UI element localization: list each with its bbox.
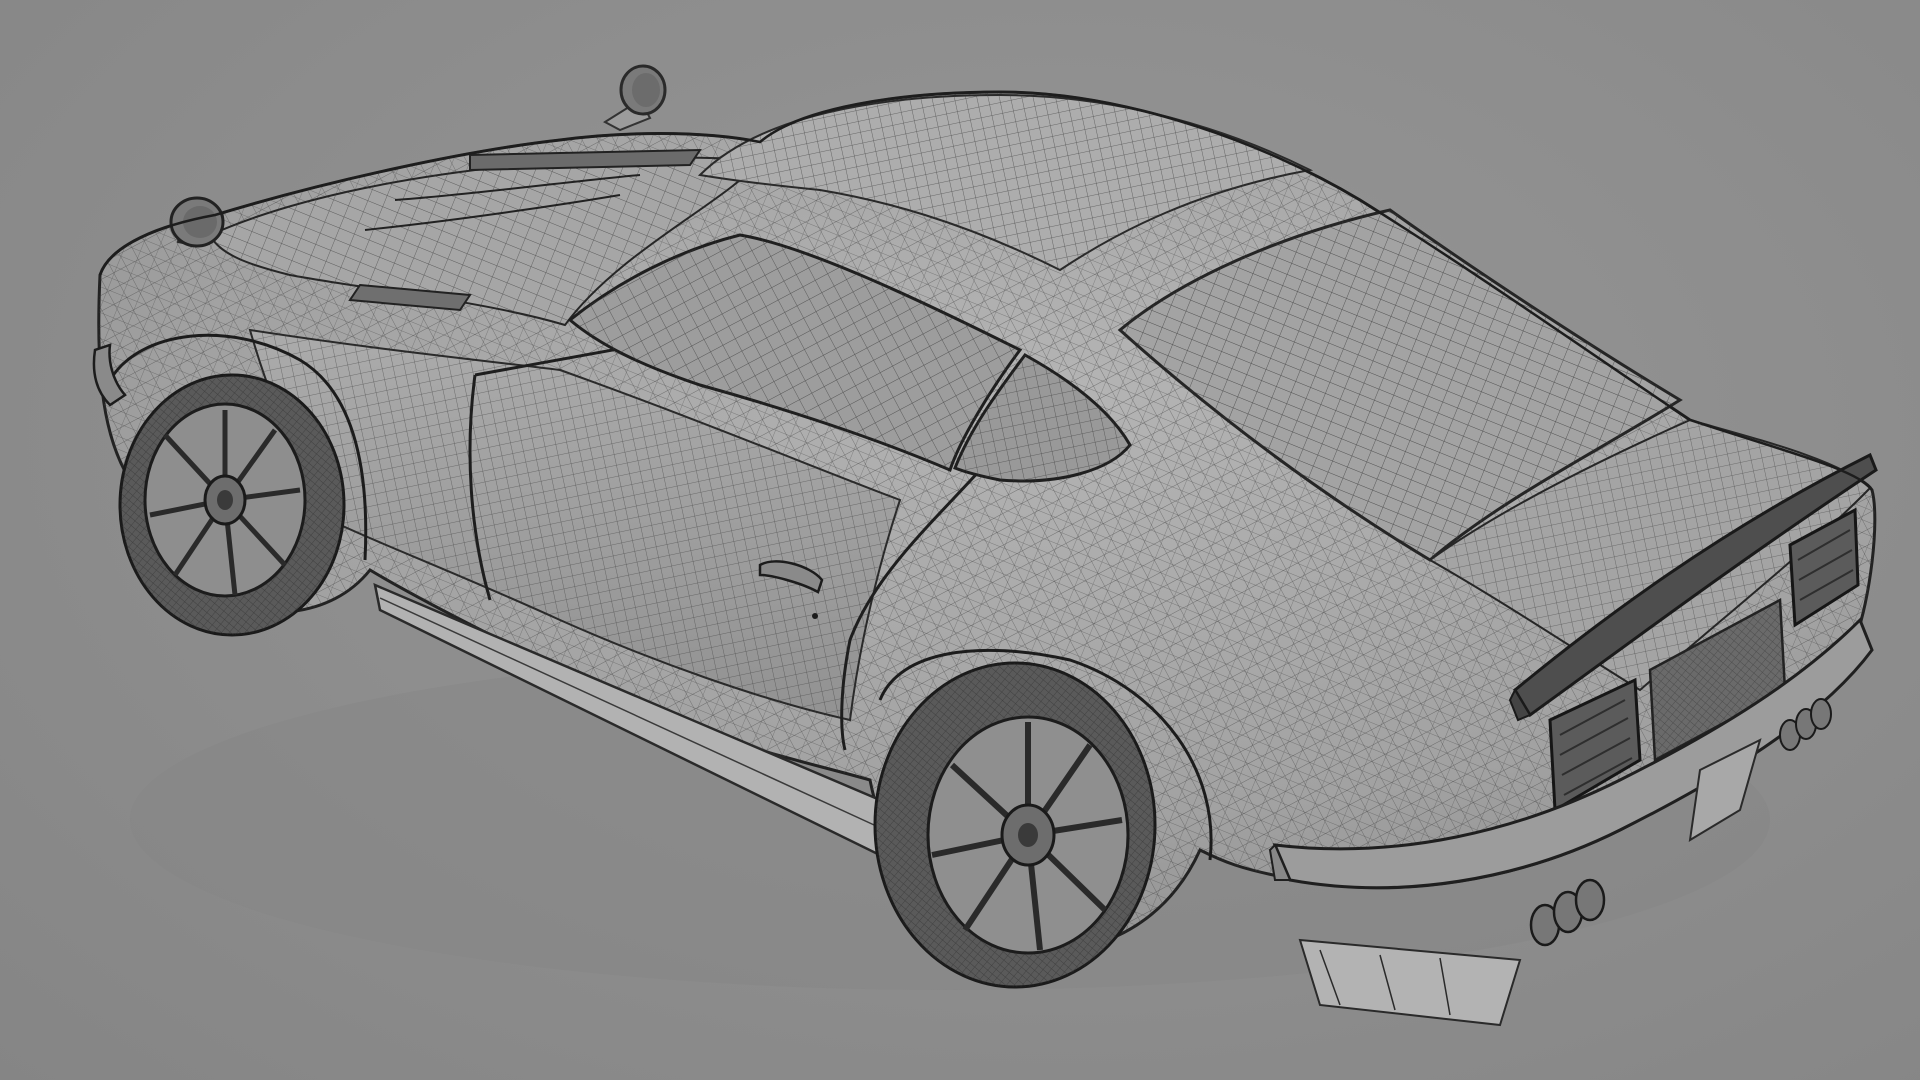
side-mirror-far [603, 64, 667, 132]
car-wireframe-render [92, 64, 1878, 1027]
wheel-front [118, 373, 346, 637]
3d-viewport[interactable] [0, 0, 1920, 1080]
wheel-rear [873, 661, 1157, 989]
